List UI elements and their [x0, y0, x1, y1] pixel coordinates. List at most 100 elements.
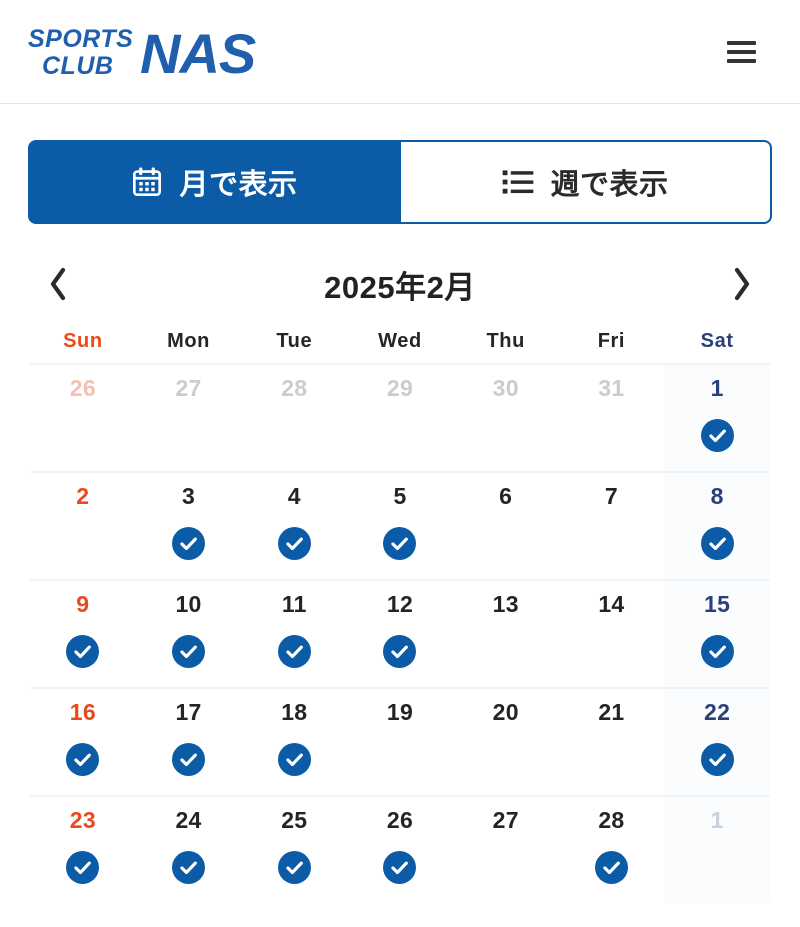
check-mark-icon	[180, 861, 197, 875]
empty-slot	[278, 419, 311, 452]
day-number: 19	[386, 699, 414, 725]
view-mode-tabs: 月で表示 週で表示	[28, 140, 772, 224]
day-number: 1	[710, 807, 724, 833]
calendar-day-cell[interactable]: 27	[136, 365, 242, 471]
calendar-day-cell[interactable]: 6	[453, 473, 559, 579]
calendar-day-cell[interactable]: 26	[30, 365, 136, 471]
calendar-day-cell[interactable]: 13	[453, 581, 559, 687]
reservation-check-badge[interactable]	[700, 743, 734, 776]
reservation-check-badge[interactable]	[383, 851, 417, 884]
calendar-day-cell[interactable]: 24	[136, 797, 242, 903]
reservation-check-badge[interactable]	[172, 527, 206, 560]
tab-week-view[interactable]: 週で表示	[401, 140, 772, 224]
calendar-day-cell[interactable]: 19	[347, 689, 453, 795]
calendar-day-cell[interactable]: 12	[347, 581, 453, 687]
calendar-day-cell[interactable]: 4	[241, 473, 347, 579]
calendar-day-cell[interactable]: 1	[664, 365, 770, 471]
reservation-check-badge[interactable]	[277, 635, 311, 668]
reservation-check-badge[interactable]	[66, 635, 100, 668]
reservation-check-badge[interactable]	[172, 851, 206, 884]
empty-slot	[383, 419, 416, 452]
reservation-check-badge[interactable]	[277, 527, 311, 560]
hamburger-bar-1	[726, 40, 756, 45]
reservation-check-badge[interactable]	[700, 419, 734, 452]
calendar-day-cell[interactable]: 3	[136, 473, 242, 579]
empty-slot	[383, 743, 416, 776]
calendar-day-cell[interactable]: 27	[453, 797, 559, 903]
calendar-day-cell[interactable]: 18	[241, 689, 347, 795]
weekday-header-tue: Tue	[276, 330, 313, 352]
calendar-day-cell[interactable]: 15	[664, 581, 770, 687]
calendar-day-cell[interactable]: 11	[241, 581, 347, 687]
tab-week-view-label: 週で表示	[550, 169, 669, 201]
site-logo[interactable]: SPORTS CLUB NAS	[28, 21, 308, 83]
hamburger-menu-icon[interactable]	[718, 30, 764, 74]
chevron-right-icon	[734, 267, 750, 301]
calendar-day-cell[interactable]: 21	[559, 689, 665, 795]
check-mark-icon	[180, 537, 197, 551]
calendar-day-cell[interactable]: 9	[30, 581, 136, 687]
reservation-check-badge[interactable]	[172, 743, 206, 776]
calendar-day-cell[interactable]: 10	[136, 581, 242, 687]
reservation-check-badge[interactable]	[66, 851, 100, 884]
empty-slot	[489, 635, 522, 668]
check-mark-icon	[74, 861, 92, 875]
calendar-day-cell[interactable]: 2	[30, 473, 136, 579]
day-number: 9	[76, 591, 90, 617]
day-number: 22	[704, 699, 731, 725]
reservation-check-badge[interactable]	[277, 851, 311, 884]
reservation-check-badge[interactable]	[700, 527, 734, 560]
day-number: 28	[598, 807, 625, 833]
reservation-check-badge[interactable]	[172, 635, 206, 668]
calendar-day-cell[interactable]: 28	[241, 365, 347, 471]
calendar-day-cell[interactable]: 28	[559, 797, 665, 903]
empty-slot	[489, 743, 522, 776]
check-mark-icon	[180, 645, 197, 659]
day-number: 26	[386, 807, 414, 833]
calendar-week-row: 16 17 18 19 20 21 22	[30, 687, 770, 795]
calendar-day-cell[interactable]: 16	[30, 689, 136, 795]
chevron-left-icon	[50, 267, 66, 301]
check-mark-icon	[391, 537, 409, 551]
next-month-button[interactable]	[722, 260, 762, 308]
svg-text:SPORTS: SPORTS	[28, 25, 133, 53]
calendar-week-row: 2 3 4 5 6 7 8	[30, 471, 770, 579]
day-number: 16	[69, 699, 96, 725]
reservation-check-badge[interactable]	[383, 527, 417, 560]
calendar-day-cell[interactable]: 25	[241, 797, 347, 903]
reservation-check-badge[interactable]	[277, 743, 311, 776]
check-mark-icon	[709, 429, 726, 443]
reservation-check-badge[interactable]	[700, 635, 734, 668]
calendar-day-cell[interactable]: 22	[664, 689, 770, 795]
empty-slot	[595, 635, 628, 668]
calendar-day-cell[interactable]: 29	[347, 365, 453, 471]
calendar-day-cell[interactable]: 26	[347, 797, 453, 903]
calendar-day-cell[interactable]: 31	[559, 365, 665, 471]
calendar-day-cell[interactable]: 17	[136, 689, 242, 795]
reservation-check-badge[interactable]	[594, 851, 628, 884]
calendar-day-cell[interactable]: 20	[453, 689, 559, 795]
calendar-day-cell[interactable]: 23	[30, 797, 136, 903]
weekday-header-mon: Mon	[167, 330, 211, 352]
calendar-week-row: 26 27 28 29 30 31 1	[30, 363, 770, 471]
calendar-day-cell[interactable]: 7	[559, 473, 665, 579]
day-number: 27	[492, 807, 519, 833]
calendar-day-cell[interactable]: 5	[347, 473, 453, 579]
sports-club-nas-logo-icon: SPORTS CLUB NAS	[28, 22, 257, 83]
tab-month-view-label: 月で表示	[179, 169, 298, 201]
day-number: 20	[492, 699, 519, 725]
empty-slot	[595, 419, 628, 452]
tab-month-view[interactable]: 月で表示	[28, 140, 401, 224]
reservation-check-badge[interactable]	[66, 743, 100, 776]
svg-text:CLUB: CLUB	[42, 52, 113, 80]
calendar-day-cell[interactable]: 30	[453, 365, 559, 471]
calendar-day-cell[interactable]: 14	[559, 581, 665, 687]
reservation-check-badge[interactable]	[383, 635, 417, 668]
calendar-page: SPORTS CLUB NAS 月で表示 週で表示 2025年2月 Sun Mo…	[0, 0, 800, 927]
prev-month-button[interactable]	[38, 260, 78, 308]
calendar-day-cell[interactable]: 8	[664, 473, 770, 579]
day-number: 1	[710, 375, 724, 401]
hamburger-bar-2	[726, 49, 756, 54]
day-number: 29	[386, 375, 414, 401]
calendar-day-cell[interactable]: 1	[664, 797, 770, 903]
